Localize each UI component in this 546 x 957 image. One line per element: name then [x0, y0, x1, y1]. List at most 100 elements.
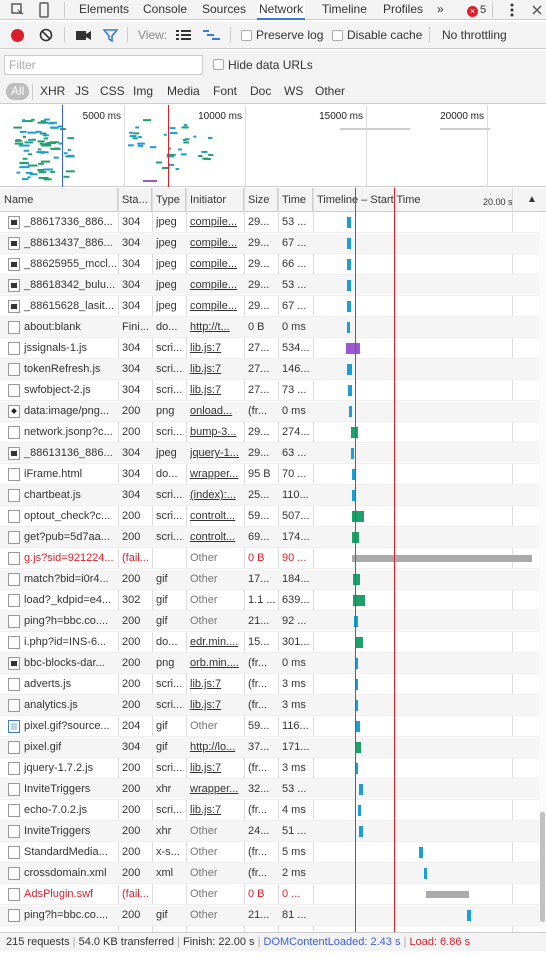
table-row[interactable]: _88615628_lasit... 304 jpeg compile... 29...…	[0, 296, 540, 317]
record-button[interactable]	[11, 29, 24, 42]
column-name[interactable]: Name	[0, 188, 118, 212]
filter-type-xhr[interactable]: XHR	[40, 83, 65, 100]
table-row[interactable]: load?_kdpid=e4... 302 gif Other 1.1 ... 639..…	[0, 590, 540, 611]
request-initiator[interactable]: edr.min....	[186, 632, 244, 653]
request-initiator[interactable]: lib.js:7	[186, 695, 244, 716]
request-initiator[interactable]: compile...	[186, 254, 244, 275]
request-initiator[interactable]: controlt...	[186, 506, 244, 527]
network-overview[interactable]: 5000 ms 10000 ms 15000 ms 20000 ms	[0, 105, 546, 187]
table-row[interactable]: swfobject-2.js 304 scri... lib.js:7 27... 73 …	[0, 380, 540, 401]
disable-cache-checkbox[interactable]	[332, 30, 343, 41]
table-row[interactable]: InviteTriggers 200 xhr Other 24... 51 ...	[0, 821, 540, 842]
request-initiator[interactable]: wrapper...	[186, 779, 244, 800]
request-initiator[interactable]: lib.js:7	[186, 359, 244, 380]
request-initiator[interactable]: lib.js:7	[186, 758, 244, 779]
scrollbar[interactable]	[539, 212, 546, 932]
close-devtools-icon[interactable]	[529, 2, 545, 18]
table-row[interactable]: _88625955_mccl... 304 jpeg compile... 29... 6…	[0, 254, 540, 275]
request-initiator[interactable]: compile...	[186, 296, 244, 317]
table-row[interactable]: jquery-1.7.2.js 200 scri... lib.js:7 (fr... 3…	[0, 758, 540, 779]
request-initiator[interactable]: lib.js:7	[186, 338, 244, 359]
table-row[interactable]: InviteTriggers 200 xhr wrapper... 32... 53 ..…	[0, 779, 540, 800]
column-size[interactable]: Size	[244, 188, 278, 212]
request-initiator[interactable]: lib.js:7	[186, 800, 244, 821]
table-row[interactable]: ping?h=bbc.co.... 200 gif Other 21... 81 ...	[0, 905, 540, 926]
request-initiator[interactable]: compile...	[186, 275, 244, 296]
filter-icon[interactable]	[102, 28, 119, 46]
tab-sources[interactable]: Sources	[200, 0, 248, 20]
scrollbar-thumb[interactable]	[540, 812, 545, 922]
table-row[interactable]: chartbeat.js 304 scri... (index):... 25... 11…	[0, 485, 540, 506]
table-row[interactable]: i.php?id=INS-6... 200 do... edr.min.... 15..…	[0, 632, 540, 653]
table-row[interactable]: _88613136_886... 304 jpeg jquery-1... 29... 6…	[0, 443, 540, 464]
more-options-icon[interactable]	[504, 2, 520, 18]
request-initiator[interactable]: compile...	[186, 233, 244, 254]
table-row[interactable]: analytics.js 200 scri... lib.js:7 (fr... 3 ms	[0, 695, 540, 716]
tab-network[interactable]: Network	[257, 0, 306, 20]
tab-console[interactable]: Console	[141, 0, 189, 20]
column-type[interactable]: Type	[152, 188, 186, 212]
large-rows-icon[interactable]	[176, 29, 191, 45]
inspect-element-icon[interactable]	[10, 2, 26, 18]
request-initiator[interactable]: onload...	[186, 401, 244, 422]
request-initiator[interactable]: compile...	[186, 212, 244, 233]
table-row[interactable]: pixel.gif 304 gif http://lo... 37... 171...	[0, 737, 540, 758]
tab-timeline[interactable]: Timeline	[320, 0, 369, 20]
error-count-badge[interactable]: × 5	[467, 2, 486, 18]
filter-type-other[interactable]: Other	[315, 83, 345, 100]
column-initiator[interactable]: Initiator	[186, 188, 244, 212]
request-initiator[interactable]: jquery-1...	[186, 443, 244, 464]
filter-type-font[interactable]: Font	[213, 83, 237, 100]
request-initiator[interactable]: lib.js:7	[186, 674, 244, 695]
request-initiator[interactable]: http://t...	[186, 317, 244, 338]
clear-icon[interactable]	[39, 28, 53, 45]
table-row[interactable]: match?bid=i0r4... 200 gif Other 17... 184...	[0, 569, 540, 590]
filter-input[interactable]: Filter	[4, 55, 203, 75]
filter-type-ws[interactable]: WS	[284, 83, 303, 100]
table-row[interactable]: get?pub=5d7aa... 200 scri... controlt... 69.…	[0, 527, 540, 548]
table-row[interactable]: pixel.gif?source... 204 gif Other 59... 116..…	[0, 716, 540, 737]
table-row[interactable]: optout_check?c... 200 scri... controlt... 59…	[0, 506, 540, 527]
request-initiator[interactable]: controlt...	[186, 527, 244, 548]
filter-type-media[interactable]: Media	[167, 83, 200, 100]
table-row[interactable]: data:image/png... 200 png onload... (fr... 0 …	[0, 401, 540, 422]
table-row[interactable]: _88613437_886... 304 jpeg compile... 29... 67…	[0, 233, 540, 254]
tab-elements[interactable]: Elements	[77, 0, 131, 20]
column-time[interactable]: Time	[278, 188, 313, 212]
table-row[interactable]: StandardMedia... 200 x-s... Other (fr... 5 ms	[0, 842, 540, 863]
request-initiator[interactable]: lib.js:7	[186, 380, 244, 401]
table-row[interactable]: jssignals-1.js 304 scri... lib.js:7 27... 534…	[0, 338, 540, 359]
sort-ascending-icon[interactable]: ▲	[527, 188, 537, 212]
table-row[interactable]: bbc-blocks-dar... 200 png orb.min.... (fr...…	[0, 653, 540, 674]
throttling-select[interactable]: No throttling	[442, 22, 507, 49]
overview-waterfall-icon[interactable]	[203, 29, 220, 45]
table-row[interactable]: _88617336_886... 304 jpeg compile... 29... 53…	[0, 212, 540, 233]
filter-type-js[interactable]: JS	[75, 83, 89, 100]
table-row[interactable]: AdsPlugin.swf (fail... Other 0 B 0 ...	[0, 884, 540, 905]
request-initiator[interactable]: http://lo...	[186, 737, 244, 758]
hide-data-urls-checkbox[interactable]	[213, 59, 224, 70]
table-row[interactable]: crossdomain.xml 200 xml Other (fr... 2 ms	[0, 863, 540, 884]
request-initiator[interactable]: (index):...	[186, 485, 244, 506]
screenshot-camera-icon[interactable]	[76, 29, 92, 45]
table-row[interactable]: echo-7.0.2.js 200 scri... lib.js:7 (fr... 4 m…	[0, 800, 540, 821]
table-row[interactable]: adverts.js 200 scri... lib.js:7 (fr... 3 ms	[0, 674, 540, 695]
table-row[interactable]: network.jsonp?c... 200 scri... bump-3... 29.…	[0, 422, 540, 443]
request-initiator[interactable]: wrapper...	[186, 464, 244, 485]
column-status[interactable]: Sta...	[118, 188, 152, 212]
filter-type-all[interactable]: All	[6, 83, 30, 100]
table-row[interactable]: about:blank Fini... do... http://t... 0 B 0 m…	[0, 317, 540, 338]
device-mode-icon[interactable]	[36, 2, 52, 18]
table-row[interactable]: g.js?sid=921224... (fail... Other 0 B 90 ...	[0, 548, 540, 569]
preserve-log-checkbox[interactable]	[241, 30, 252, 41]
filter-type-css[interactable]: CSS	[100, 83, 125, 100]
tab-profiles[interactable]: Profiles	[381, 0, 425, 20]
filter-type-img[interactable]: Img	[133, 83, 153, 100]
table-row[interactable]: _88618342_bulu... 304 jpeg compile... 29... 5…	[0, 275, 540, 296]
more-tabs-icon[interactable]: »	[435, 0, 446, 20]
filter-type-doc[interactable]: Doc	[250, 83, 271, 100]
table-row[interactable]: iFrame.html 304 do... wrapper... 95 B 70 ...	[0, 464, 540, 485]
table-row[interactable]: ping?h=bbc.co.... 200 gif Other 21... 92 ...	[0, 611, 540, 632]
request-initiator[interactable]: orb.min....	[186, 653, 244, 674]
table-row[interactable]: tokenRefresh.js 304 scri... lib.js:7 27... 14…	[0, 359, 540, 380]
